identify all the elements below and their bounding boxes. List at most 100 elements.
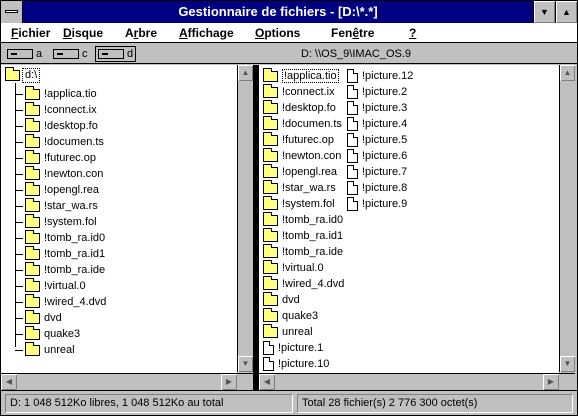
file-list-item[interactable]: !picture.6 [347,148,407,164]
file-name: unreal [282,326,313,338]
file-list-item[interactable]: !star_wa.rs [263,179,336,196]
file-name: !desktop.fo [282,102,336,114]
scroll-left-icon[interactable]: ◀ [259,374,275,390]
tree-connector [15,238,23,239]
scroll-up-icon[interactable]: ▲ [560,65,575,81]
tree-item[interactable]: !tomb_ra.ide [25,261,106,278]
tree-item-label: !desktop.fo [44,120,98,132]
file-list-item[interactable]: !connect.ix [263,83,335,100]
drive-d-button[interactable]: d [95,46,137,62]
file-list-item[interactable]: !tomb_ra.ide [263,243,343,260]
document-icon [263,341,274,355]
tree-connector [15,174,23,175]
menu-fichier[interactable]: Fichier [11,23,50,43]
files-vertical-scrollbar[interactable]: ▲ ▼ [559,65,575,372]
tree-item[interactable]: !desktop.fo [25,117,98,134]
tree-item[interactable]: quake3 [25,325,80,342]
folder-icon [25,341,40,356]
tree-item[interactable]: !futurec.op [25,149,96,166]
tree-item[interactable]: dvd [25,309,62,326]
file-name: !picture.3 [362,102,408,114]
drive-c-button[interactable]: c [51,46,90,62]
maximize-button[interactable]: ▲ [555,1,577,23]
folder-icon [25,229,40,244]
file-list-item[interactable]: !picture.5 [347,132,407,148]
system-menu-button[interactable] [1,1,23,23]
file-name: !picture.9 [362,198,408,210]
file-list[interactable]: !applica.tio !connect.ix !desktop.fo !docum… [259,65,559,390]
tree-item[interactable]: !applica.tio [25,85,97,102]
tree-vertical-scrollbar[interactable]: ▲ ▼ [237,65,253,372]
file-list-item[interactable]: !desktop.fo [263,99,336,116]
file-list-item[interactable]: quake3 [263,307,318,324]
menu-disque[interactable]: Disque [63,23,103,43]
tree-item[interactable]: !system.fol [25,213,97,230]
scroll-down-icon[interactable]: ▼ [560,356,575,372]
status-file-total: Total 28 fichier(s) 2 776 300 octet(s) [297,394,573,413]
scroll-down-icon[interactable]: ▼ [238,356,253,372]
folder-icon [25,133,40,148]
menu-options[interactable]: Options [255,23,300,43]
triangle-down-icon: ▼ [540,7,549,17]
tree-item[interactable]: !tomb_ra.id1 [25,245,105,262]
file-list-item[interactable]: !picture.9 [347,196,407,212]
tree-item[interactable]: !connect.ix [25,101,97,118]
files-horizontal-scrollbar[interactable]: ◀ ▶ [259,373,559,390]
folder-icon [25,165,40,180]
tree-item[interactable]: !documen.ts [25,133,104,150]
tree-item[interactable]: !star_wa.rs [25,197,98,214]
network-drive-icon [98,49,124,59]
file-list-item[interactable]: !tomb_ra.id1 [263,227,343,244]
file-list-item[interactable]: !opengl.rea [263,163,337,180]
file-list-item[interactable]: !tomb_ra.id0 [263,211,343,228]
file-list-item[interactable]: !system.fol [263,195,335,212]
file-list-item[interactable]: dvd [263,291,300,308]
tree-item[interactable]: !wired_4.dvd [25,293,106,310]
menu-arbre[interactable]: Arbre [125,23,157,43]
tree-item[interactable]: !tomb_ra.id0 [25,229,105,246]
file-list-item[interactable]: !picture.1 [263,340,323,356]
directory-tree[interactable]: d:\ !applica.tio !connect.ix !desktop.fo !d… [1,65,237,390]
file-list-item[interactable]: unreal [263,323,313,340]
menu-affichage[interactable]: Affichage [179,23,234,43]
file-list-item[interactable]: !newton.con [263,147,341,164]
folder-icon [263,147,278,162]
menu-fentre[interactable]: Fenêtre [331,23,374,43]
folder-icon [263,291,278,306]
tree-item[interactable]: !opengl.rea [25,181,99,198]
tree-connector [15,270,23,271]
title-bar[interactable]: Gestionnaire de fichiers - [D:\*.*] ▼ ▲ [1,1,577,23]
scroll-right-icon[interactable]: ▶ [543,374,559,390]
drive-a-button[interactable]: a [5,46,44,62]
file-list-item[interactable]: !picture.12 [347,68,413,84]
tree-item[interactable]: !virtual.0 [25,277,86,294]
tree-item-label: !tomb_ra.ide [44,264,106,276]
folder-icon [263,243,278,258]
scroll-left-icon[interactable]: ◀ [1,374,17,390]
tree-connector [15,334,23,335]
tree-item[interactable]: unreal [25,341,75,358]
file-name: !picture.6 [362,150,408,162]
file-list-item[interactable]: !picture.3 [347,100,407,116]
folder-icon [25,213,40,228]
file-list-item[interactable]: !futurec.op [263,131,334,148]
file-list-item[interactable]: !documen.ts [263,115,342,132]
file-list-item[interactable]: !picture.2 [347,84,407,100]
tree-root-item[interactable]: d:\ [5,67,41,83]
file-list-item[interactable]: !picture.7 [347,164,407,180]
document-icon [347,85,358,99]
tree-item[interactable]: !newton.con [25,165,103,182]
folder-icon [25,277,40,292]
file-list-item[interactable]: !picture.4 [347,116,407,132]
minimize-button[interactable]: ▼ [533,1,555,23]
file-list-item[interactable]: !virtual.0 [263,259,324,276]
menu-help[interactable]: ? [409,23,416,43]
scroll-right-icon[interactable]: ▶ [221,374,237,390]
file-list-item[interactable]: !wired_4.dvd [263,275,344,292]
file-list-item[interactable]: !picture.8 [347,180,407,196]
scroll-up-icon[interactable]: ▲ [238,65,253,81]
tree-item-label: !virtual.0 [44,280,86,292]
tree-horizontal-scrollbar[interactable]: ◀ ▶ [1,373,237,390]
file-list-item[interactable]: !applica.tio [263,67,339,84]
file-list-item[interactable]: !picture.10 [263,356,329,372]
